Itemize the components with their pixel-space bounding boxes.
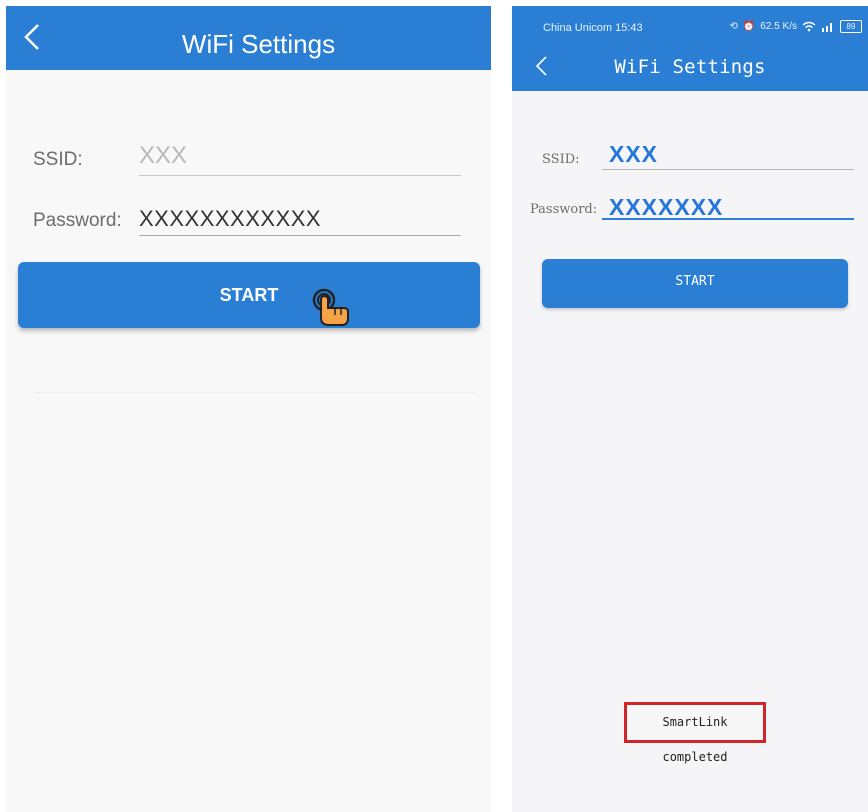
ssid-underline <box>602 169 854 170</box>
toast-text: SmartLink completed <box>662 715 728 764</box>
toast-message: SmartLink completed <box>624 702 766 764</box>
right-phone-screen: China Unicom 15:43 ⟲ ⏰ 62.5 K/s 89 WiFi … <box>512 6 868 812</box>
rotate-icon: ⟲ <box>729 21 738 32</box>
start-button-label: START <box>675 274 715 289</box>
carrier-time: China Unicom 15:43 <box>543 22 643 34</box>
left-phone-screen: WiFi Settings SSID: XXX Password: XXXXXX… <box>6 6 491 812</box>
password-underline <box>139 235 461 236</box>
start-button[interactable]: START <box>542 259 848 308</box>
status-icons: ⟲ ⏰ 62.5 K/s 89 <box>729 20 862 33</box>
start-button[interactable]: START <box>18 262 480 328</box>
divider <box>34 392 474 393</box>
net-speed: 62.5 K/s <box>760 21 797 32</box>
password-input[interactable]: XXXXXXXXXXXX <box>139 206 321 232</box>
ssid-input[interactable]: XXX <box>139 142 187 170</box>
ssid-underline <box>139 175 461 176</box>
password-underline-focused <box>602 218 854 220</box>
ssid-label: SSID: <box>33 149 83 170</box>
ssid-label: SSID: <box>542 152 580 167</box>
wifi-icon <box>802 21 816 32</box>
tap-hand-icon <box>312 288 349 326</box>
app-header: WiFi Settings <box>6 6 491 70</box>
signal-icon <box>822 23 832 32</box>
app-header: China Unicom 15:43 ⟲ ⏰ 62.5 K/s 89 WiFi … <box>512 6 868 91</box>
page-title: WiFi Settings <box>181 29 336 59</box>
page-title: WiFi Settings <box>614 56 766 78</box>
ssid-input[interactable]: XXX <box>609 141 658 168</box>
password-label: Password: <box>33 210 122 231</box>
status-bar: China Unicom 15:43 ⟲ ⏰ 62.5 K/s 89 <box>512 20 868 40</box>
alarm-icon: ⏰ <box>742 21 756 32</box>
password-input[interactable]: XXXXXXX <box>609 194 723 221</box>
password-label: Password: <box>530 202 598 217</box>
battery-icon: 89 <box>840 20 862 33</box>
start-button-label: START <box>219 285 279 305</box>
